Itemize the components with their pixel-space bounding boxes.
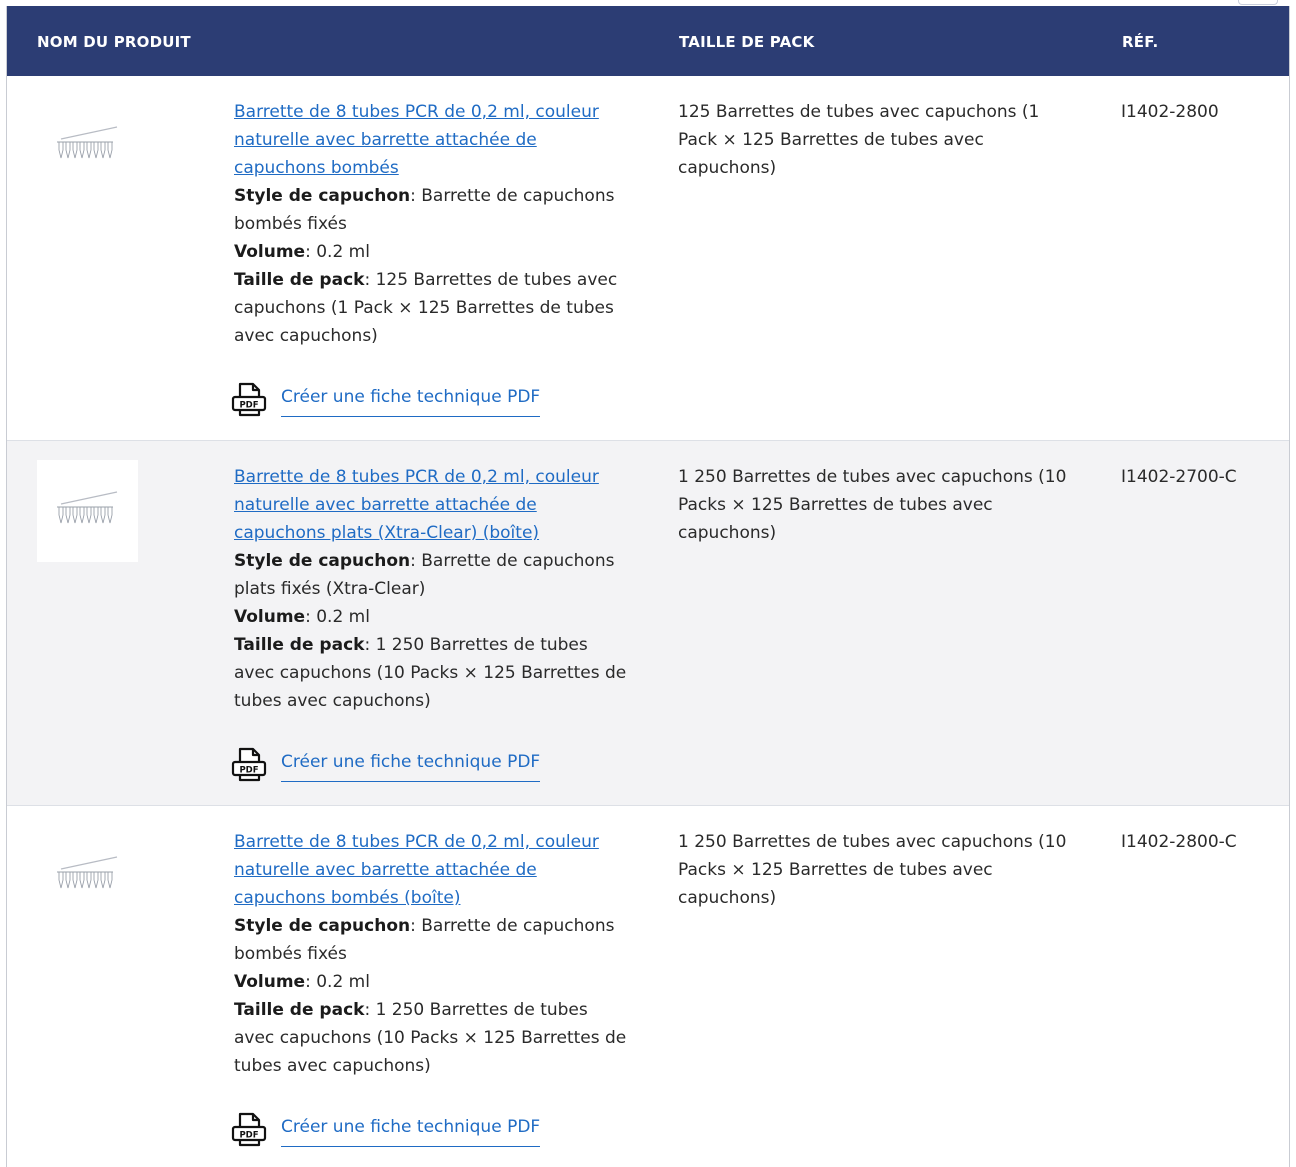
pdf-datasheet[interactable]: PDF Créer une fiche technique PDF — [230, 380, 541, 420]
table-row: Barrette de 8 tubes PCR de 0,2 ml, coule… — [7, 76, 1289, 441]
table-header: NOM DU PRODUIT TAILLE DE PACK RÉF. — [7, 6, 1289, 76]
product-name-cell: Barrette de 8 tubes PCR de 0,2 ml, coule… — [234, 828, 629, 1080]
ref-cell: I1402-2700-C — [1121, 467, 1237, 487]
attribute-pack-size: Taille de pack: 1 250 Barrettes de tubes… — [234, 1000, 627, 1076]
create-pdf-link[interactable]: Créer une fiche technique PDF — [281, 748, 541, 782]
attribute-pack-size: Taille de pack: 1 250 Barrettes de tubes… — [234, 635, 627, 711]
table-row: Barrette de 8 tubes PCR de 0,2 ml, coule… — [7, 806, 1289, 1167]
ref-cell: I1402-2800-C — [1121, 832, 1237, 852]
svg-text:PDF: PDF — [239, 766, 258, 776]
pack-size-cell: 1 250 Barrettes de tubes avec capuchons … — [678, 832, 1067, 908]
pdf-datasheet[interactable]: PDF Créer une fiche technique PDF — [230, 745, 541, 785]
product-thumbnail[interactable] — [37, 825, 138, 927]
pdf-document-icon: PDF — [230, 746, 268, 784]
pdf-document-icon: PDF — [230, 1111, 268, 1149]
attribute-volume: Volume: 0.2 ml — [234, 972, 370, 992]
svg-text:PDF: PDF — [239, 1131, 258, 1141]
column-header-product-name[interactable]: NOM DU PRODUIT — [37, 6, 191, 76]
attribute-cap-style: Style de capuchon: Barrette de capuchons… — [234, 916, 615, 964]
attribute-cap-style: Style de capuchon: Barrette de capuchons… — [234, 551, 615, 599]
top-tab-stub — [1238, 0, 1278, 5]
pcr-tube-strip-icon — [57, 856, 118, 889]
pcr-tube-strip-icon — [57, 491, 118, 524]
product-name-cell: Barrette de 8 tubes PCR de 0,2 ml, coule… — [234, 463, 629, 715]
product-name-cell: Barrette de 8 tubes PCR de 0,2 ml, coule… — [234, 98, 629, 350]
product-link[interactable]: Barrette de 8 tubes PCR de 0,2 ml, coule… — [234, 463, 629, 547]
pack-size-cell: 125 Barrettes de tubes avec capuchons (1… — [678, 102, 1040, 178]
pdf-datasheet[interactable]: PDF Créer une fiche technique PDF — [230, 1110, 541, 1150]
product-thumbnail[interactable] — [37, 460, 138, 562]
attribute-cap-style: Style de capuchon: Barrette de capuchons… — [234, 186, 615, 234]
pdf-document-icon: PDF — [230, 381, 268, 419]
create-pdf-link[interactable]: Créer une fiche technique PDF — [281, 1113, 541, 1147]
attribute-volume: Volume: 0.2 ml — [234, 607, 370, 627]
attribute-pack-size: Taille de pack: 125 Barrettes de tubes a… — [234, 270, 618, 346]
column-header-ref[interactable]: RÉF. — [1122, 6, 1158, 76]
attribute-volume: Volume: 0.2 ml — [234, 242, 370, 262]
svg-text:PDF: PDF — [239, 401, 258, 411]
pack-size-cell: 1 250 Barrettes de tubes avec capuchons … — [678, 467, 1067, 543]
product-link[interactable]: Barrette de 8 tubes PCR de 0,2 ml, coule… — [234, 828, 629, 912]
table-row: Barrette de 8 tubes PCR de 0,2 ml, coule… — [7, 441, 1289, 806]
product-table: NOM DU PRODUIT TAILLE DE PACK RÉF. Barre… — [6, 6, 1290, 1167]
product-link[interactable]: Barrette de 8 tubes PCR de 0,2 ml, coule… — [234, 98, 629, 182]
pcr-tube-strip-icon — [57, 126, 118, 159]
ref-cell: I1402-2800 — [1121, 102, 1219, 122]
create-pdf-link[interactable]: Créer une fiche technique PDF — [281, 383, 541, 417]
product-thumbnail[interactable] — [37, 95, 138, 197]
column-header-pack-size[interactable]: TAILLE DE PACK — [679, 6, 814, 76]
